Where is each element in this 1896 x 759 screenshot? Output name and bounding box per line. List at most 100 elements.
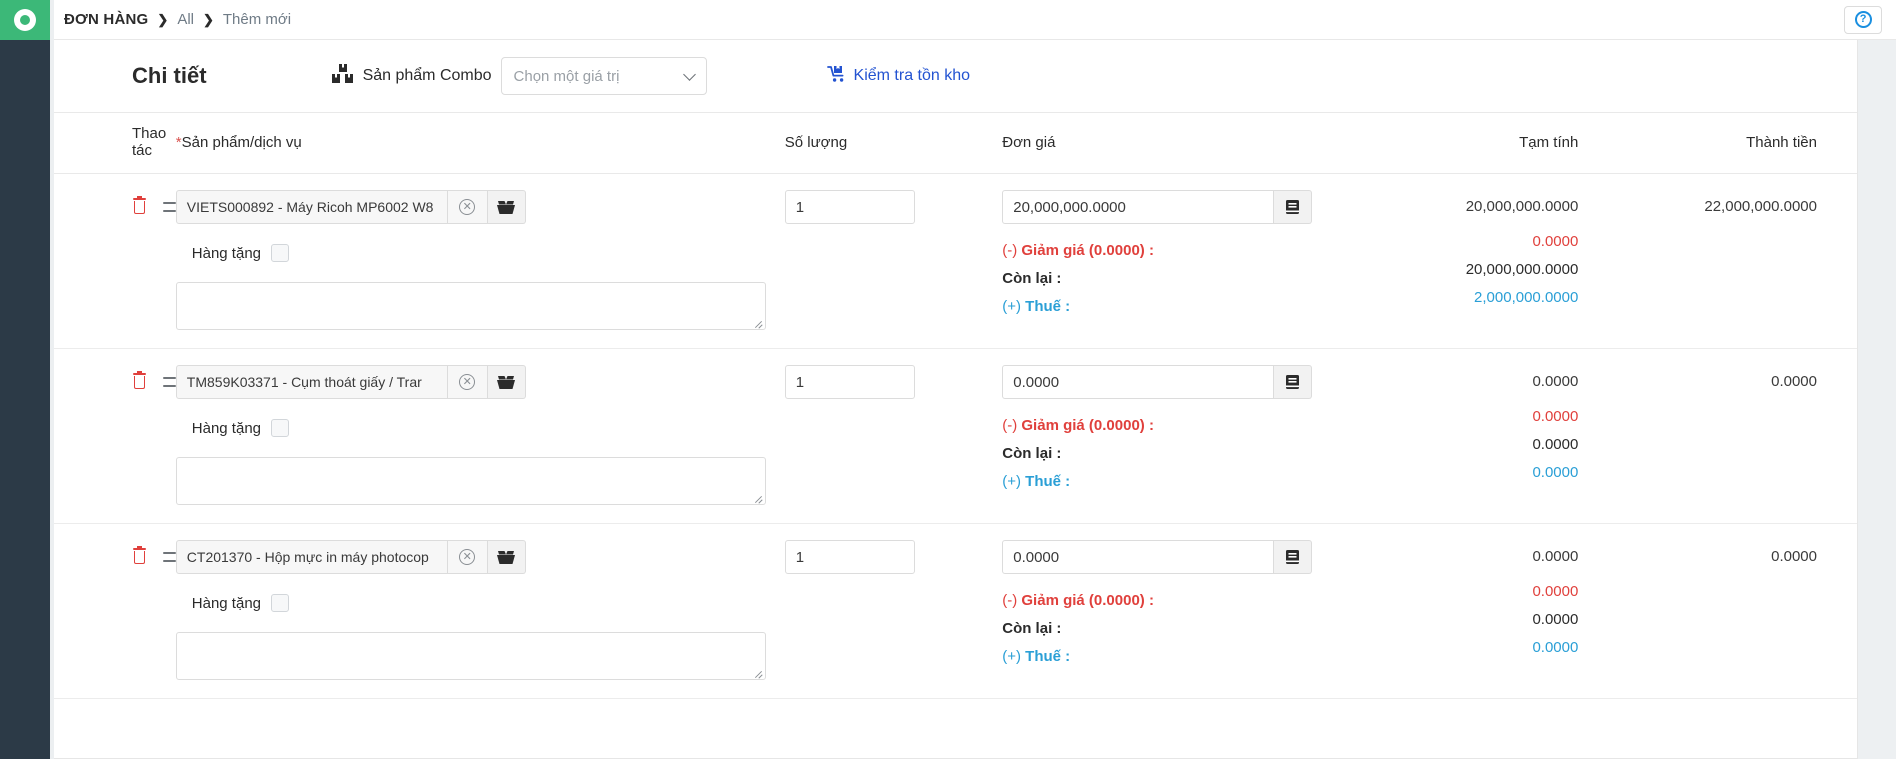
clear-product-button[interactable]: ✕ [447, 540, 488, 574]
resize-grip-icon [753, 493, 763, 504]
tax-line: (+) Thuế : [1002, 648, 1328, 676]
remaining-label: Còn lại : [1002, 620, 1062, 637]
total-cell: 0.0000 [1600, 348, 1857, 524]
remaining-line: Còn lại : [1002, 620, 1328, 648]
row-actions-cell [54, 523, 176, 699]
app-logo[interactable] [0, 0, 50, 40]
discount-label: (-) Giảm giá (0.0000) : [1002, 242, 1154, 259]
product-select[interactable]: CT201370 - Hộp mực in máy photocop [175, 540, 448, 574]
tax-value: 0.0000 [1532, 464, 1579, 481]
remaining-label: Còn lại : [1002, 270, 1062, 287]
check-stock-link[interactable]: Kiểm tra tồn kho [826, 65, 971, 88]
quantity-cell: 1 [784, 348, 1003, 524]
discount-value: 0.0000 [1532, 408, 1579, 425]
total-cell: 22,000,000.0000 [1600, 173, 1857, 349]
gift-checkbox[interactable] [271, 594, 290, 612]
remaining-label: Còn lại : [1002, 445, 1062, 462]
drag-handle-icon[interactable] [163, 551, 176, 562]
tax-label: (+) Thuế : [1002, 298, 1071, 315]
open-box-icon [497, 200, 516, 214]
column-header-unit-price: Đơn giá [1002, 112, 1329, 174]
product-select[interactable]: TM859K03371 - Cụm thoát giấy / Trar [175, 365, 448, 399]
open-box-icon [497, 550, 516, 564]
unit-price-input[interactable]: 20,000,000.0000 [1002, 190, 1275, 224]
row-actions-cell [54, 348, 176, 524]
gift-toggle-group: Hàng tặng [192, 419, 785, 437]
book-icon [1285, 375, 1299, 389]
column-header-total: Thành tiền [1600, 112, 1857, 174]
quantity-input[interactable]: 1 [784, 365, 915, 399]
close-icon: ✕ [459, 374, 476, 390]
price-history-button[interactable] [1274, 365, 1313, 399]
gift-toggle-group: Hàng tặng [192, 594, 785, 612]
price-breakdown: (-) Giảm giá (0.0000) : Còn lại : (+) Th… [1002, 592, 1328, 676]
tax-value: 0.0000 [1532, 639, 1579, 656]
discount-value: 0.0000 [1532, 233, 1579, 250]
price-history-button[interactable] [1274, 540, 1313, 574]
breadcrumb-all[interactable]: All [177, 11, 194, 28]
note-textarea[interactable] [175, 632, 766, 680]
product-lookup-button[interactable] [487, 540, 526, 574]
price-history-button[interactable] [1274, 190, 1313, 224]
tax-label-text: Thuế : [1025, 298, 1071, 315]
subtotal-value: 0.0000 [1532, 373, 1579, 390]
subtotal-cell: 0.0000 0.0000 0.0000 0.0000 [1328, 348, 1601, 524]
table-body: VIETS000892 - Máy Ricoh MP6002 W8 ✕ Hàng… [54, 173, 1857, 699]
column-header-product: *Sản phẩm/dịch vụ [175, 112, 785, 174]
topbar: ĐƠN HÀNG ❯ All ❯ Thêm mới ? [54, 0, 1896, 40]
product-select[interactable]: VIETS000892 - Máy Ricoh MP6002 W8 [175, 190, 448, 224]
delete-row-icon[interactable] [132, 546, 146, 565]
discount-label-text: Giảm giá (0.0000) : [1021, 592, 1154, 609]
unit-price-input[interactable]: 0.0000 [1002, 540, 1275, 574]
discount-label: (-) Giảm giá (0.0000) : [1002, 592, 1154, 609]
open-box-icon [497, 375, 516, 389]
row-actions-cell [54, 173, 176, 349]
resize-grip-icon [753, 318, 763, 329]
price-breakdown: (-) Giảm giá (0.0000) : Còn lại : (+) Th… [1002, 242, 1328, 326]
combo-label: Sản phẩm Combo [362, 67, 492, 84]
total-value: 0.0000 [1771, 373, 1817, 390]
note-textarea[interactable] [175, 457, 766, 505]
close-icon: ✕ [459, 549, 476, 565]
delete-row-icon[interactable] [132, 371, 146, 390]
drag-handle-icon[interactable] [163, 376, 176, 387]
combo-select[interactable]: Chọn một giá trị [500, 57, 707, 95]
remaining-line: Còn lại : [1002, 445, 1328, 473]
clear-product-button[interactable]: ✕ [447, 190, 488, 224]
gift-label: Hàng tặng [191, 244, 262, 262]
gift-checkbox[interactable] [271, 419, 290, 437]
section-header: Chi tiết Sản phẩm Combo Chọn một giá trị… [54, 40, 1857, 112]
main-area: ĐƠN HÀNG ❯ All ❯ Thêm mới ? Chi tiết Sản… [54, 0, 1896, 759]
quantity-cell: 1 [784, 523, 1003, 699]
subtotal-cell: 20,000,000.0000 0.0000 20,000,000.0000 2… [1328, 173, 1601, 349]
discount-line: (-) Giảm giá (0.0000) : [1002, 417, 1328, 445]
table-header: Thao tác *Sản phẩm/dịch vụ Số lượng Đơn … [54, 112, 1857, 174]
column-header-action: Thao tác [54, 112, 176, 174]
discount-label-text: Giảm giá (0.0000) : [1021, 417, 1154, 434]
tax-line: (+) Thuế : [1002, 298, 1328, 326]
unit-price-input[interactable]: 0.0000 [1002, 365, 1275, 399]
gift-label: Hàng tặng [191, 594, 262, 612]
breadcrumb-root[interactable]: ĐƠN HÀNG [64, 11, 148, 28]
tax-value: 2,000,000.0000 [1474, 289, 1579, 306]
delete-row-icon[interactable] [132, 196, 146, 215]
column-header-quantity: Số lượng [784, 112, 1003, 174]
drag-handle-icon[interactable] [163, 201, 176, 212]
book-icon [1285, 200, 1299, 214]
tax-line: (+) Thuế : [1002, 473, 1328, 501]
note-textarea[interactable] [175, 282, 766, 330]
book-icon [1285, 550, 1299, 564]
product-lookup-button[interactable] [487, 365, 526, 399]
quantity-input[interactable]: 1 [784, 190, 915, 224]
table-row: CT201370 - Hộp mực in máy photocop ✕ Hàn… [54, 523, 1857, 699]
left-sidebar [0, 0, 50, 759]
check-stock-label: Kiểm tra tồn kho [853, 67, 971, 84]
gift-checkbox[interactable] [271, 244, 290, 262]
quantity-input[interactable]: 1 [784, 540, 915, 574]
product-lookup-button[interactable] [487, 190, 526, 224]
breadcrumb-current: Thêm mới [222, 11, 292, 28]
clear-product-button[interactable]: ✕ [447, 365, 488, 399]
app-root: ĐƠN HÀNG ❯ All ❯ Thêm mới ? Chi tiết Sản… [0, 0, 1896, 759]
help-button[interactable]: ? [1844, 5, 1883, 34]
column-header-product-label: Sản phẩm/dịch vụ [181, 133, 302, 151]
